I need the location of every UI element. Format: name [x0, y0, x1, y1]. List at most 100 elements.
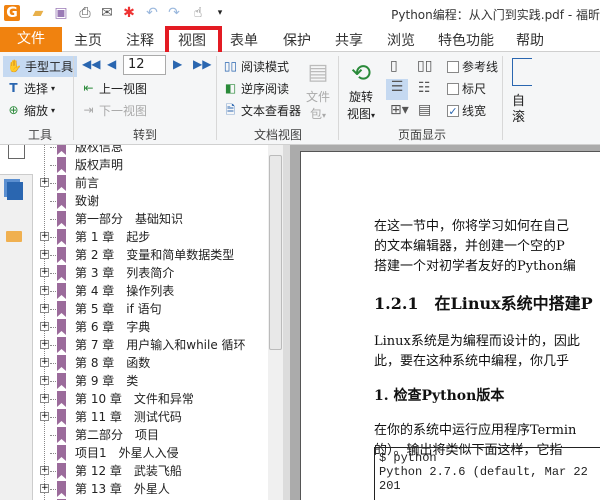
last-page-icon[interactable]: ▶▶: [193, 57, 211, 71]
bookmark-item[interactable]: + 第 10 章 文件和异常: [33, 390, 268, 408]
previous-page-icon[interactable]: ◀: [107, 57, 116, 71]
bookmark-item[interactable]: 版权信息: [33, 145, 268, 156]
next-view-button[interactable]: ⇥ 下一视图: [81, 102, 147, 119]
bookmark-label: 第 4 章 操作列表: [75, 284, 175, 298]
expand-icon[interactable]: +: [40, 250, 49, 259]
tab-file[interactable]: 文件: [0, 27, 62, 52]
bookmark-label: 第 8 章 函数: [75, 356, 151, 370]
bookmark-item[interactable]: + 第 7 章 用户输入和while 循环: [33, 336, 268, 354]
next-page-icon[interactable]: ▶: [173, 57, 182, 71]
bookmark-item[interactable]: + 第 5 章 if 语句: [33, 300, 268, 318]
bookmark-item[interactable]: + 第 6 章 字典: [33, 318, 268, 336]
first-page-icon[interactable]: ◀◀: [82, 57, 100, 71]
bookmark-item[interactable]: + 第 9 章 类: [33, 372, 268, 390]
bookmark-item[interactable]: + 第 1 章 起步: [33, 228, 268, 246]
email-icon[interactable]: ✉: [99, 5, 115, 21]
bookmark-item[interactable]: + 第 4 章 操作列表: [33, 282, 268, 300]
expand-icon[interactable]: +: [40, 268, 49, 277]
text-viewer-button[interactable]: 🗎 文本查看器: [223, 102, 301, 119]
bookmark-item[interactable]: + 前言: [33, 174, 268, 192]
tab-help[interactable]: 帮助: [516, 30, 544, 50]
bookmark-icon: [57, 175, 66, 191]
bookmark-item[interactable]: 致谢: [33, 192, 268, 210]
expand-icon[interactable]: +: [40, 394, 49, 403]
bookmark-item[interactable]: + 第 12 章 武装飞船: [33, 462, 268, 480]
bookmark-label: 版权信息: [75, 145, 124, 154]
expand-icon[interactable]: +: [40, 412, 49, 421]
open-folder-icon[interactable]: ▰: [30, 5, 46, 21]
bookmark-item[interactable]: 项目1 外星人入侵: [33, 444, 268, 462]
bookmark-item[interactable]: 第二部分 项目: [33, 426, 268, 444]
bookmark-icon: [57, 265, 66, 281]
expand-icon[interactable]: +: [40, 376, 49, 385]
customize-quick-access-icon[interactable]: ▾: [212, 5, 228, 21]
panel-splitter[interactable]: [283, 145, 290, 500]
expand-icon[interactable]: +: [40, 304, 49, 313]
tab-form[interactable]: 表单: [230, 30, 258, 50]
bookmark-icon: [57, 229, 66, 245]
bookmark-icon: [57, 355, 66, 371]
scrollbar-thumb[interactable]: [269, 155, 282, 350]
code-block: $ python Python 2.7.6 (default, Mar 22 2…: [374, 447, 600, 500]
undo-icon[interactable]: ↶: [144, 5, 160, 21]
tab-home[interactable]: 主页: [74, 30, 102, 50]
expand-icon[interactable]: +: [40, 358, 49, 367]
expand-icon[interactable]: +: [40, 286, 49, 295]
bookmark-item[interactable]: 版权声明: [33, 156, 268, 174]
previous-view-button[interactable]: ⇤ 上一视图: [81, 80, 147, 97]
read-mode-button[interactable]: ▯▯ 阅读模式: [223, 58, 289, 75]
reverse-read-button[interactable]: ◧ 逆序阅读: [223, 80, 289, 97]
body-text-line: 在你的系统中运行应用程序Termin: [374, 423, 577, 438]
continuous-facing-icon[interactable]: ☷: [418, 80, 431, 96]
zoom-button[interactable]: ⊕ 缩放 ▾: [6, 102, 55, 119]
bookmarks-panel-tab[interactable]: [0, 145, 33, 175]
expand-icon[interactable]: +: [40, 322, 49, 331]
page-split-icon[interactable]: ⊞▾: [390, 102, 409, 118]
expand-icon[interactable]: +: [40, 466, 49, 475]
bookmark-icon: [57, 445, 66, 461]
linewidth-checkbox[interactable]: ✓ 线宽: [447, 102, 486, 119]
bookmark-item[interactable]: 第一部分 基础知识: [33, 210, 268, 228]
pages-panel-icon[interactable]: [7, 182, 23, 200]
tab-special-features[interactable]: 特色功能: [438, 30, 494, 50]
group-label-document-view: 文档视图: [254, 128, 303, 142]
expand-icon[interactable]: +: [40, 232, 49, 241]
guides-checkbox[interactable]: 参考线: [447, 58, 498, 75]
tab-protect[interactable]: 保护: [283, 30, 311, 50]
auto-scroll-button[interactable]: 自滚: [512, 94, 525, 126]
print-icon[interactable]: ⎙: [77, 5, 93, 21]
group-label-tools: 工具: [28, 128, 53, 142]
expand-icon[interactable]: +: [40, 178, 49, 187]
two-page-icon[interactable]: ▯▯: [417, 58, 432, 74]
hand-tool-button[interactable]: ✋ 手型工具: [3, 56, 78, 77]
page-number-input[interactable]: 12: [123, 55, 166, 75]
tab-comment[interactable]: 注释: [126, 30, 154, 50]
save-icon[interactable]: ▣: [53, 5, 69, 21]
hand-pointer-icon[interactable]: ☝: [190, 5, 206, 21]
bookmark-label: 第 12 章 武装飞船: [75, 464, 182, 478]
ruler-checkbox[interactable]: 标尺: [447, 80, 486, 97]
bookmark-label: 第 1 章 起步: [75, 230, 151, 244]
file-package-button[interactable]: ▤ 文件 包▾: [303, 58, 333, 122]
select-button[interactable]: T 选择 ▾: [6, 80, 55, 97]
bookmark-item[interactable]: + 第 3 章 列表简介: [33, 264, 268, 282]
rotate-view-button[interactable]: ⟲ 旋转 视图▾: [344, 58, 378, 122]
bookmark-item[interactable]: + 第 11 章 测试代码: [33, 408, 268, 426]
tab-share[interactable]: 共享: [335, 30, 363, 50]
new-document-icon[interactable]: ✱: [121, 5, 137, 21]
continuous-page-icon[interactable]: ☰: [386, 79, 408, 100]
bookmark-item[interactable]: + 第 2 章 变量和简单数据类型: [33, 246, 268, 264]
expand-icon[interactable]: +: [40, 340, 49, 349]
redo-icon[interactable]: ↷: [166, 5, 182, 21]
comments-panel-icon[interactable]: [6, 231, 22, 242]
bookmark-icon: [57, 193, 66, 209]
bookmark-label: 第 13 章 外星人: [75, 482, 170, 496]
bookmark-item[interactable]: + 第 8 章 函数: [33, 354, 268, 372]
cover-page-icon[interactable]: ▤: [418, 102, 431, 118]
tab-browse[interactable]: 浏览: [387, 30, 415, 50]
body-text-line: 搭建一个对初学者友好的Python编: [374, 259, 576, 274]
single-page-icon[interactable]: ▯: [390, 58, 398, 74]
bookmark-label: 第 7 章 用户输入和while 循环: [75, 338, 246, 352]
expand-icon[interactable]: +: [40, 484, 49, 493]
bookmark-item[interactable]: + 第 13 章 外星人: [33, 480, 268, 498]
